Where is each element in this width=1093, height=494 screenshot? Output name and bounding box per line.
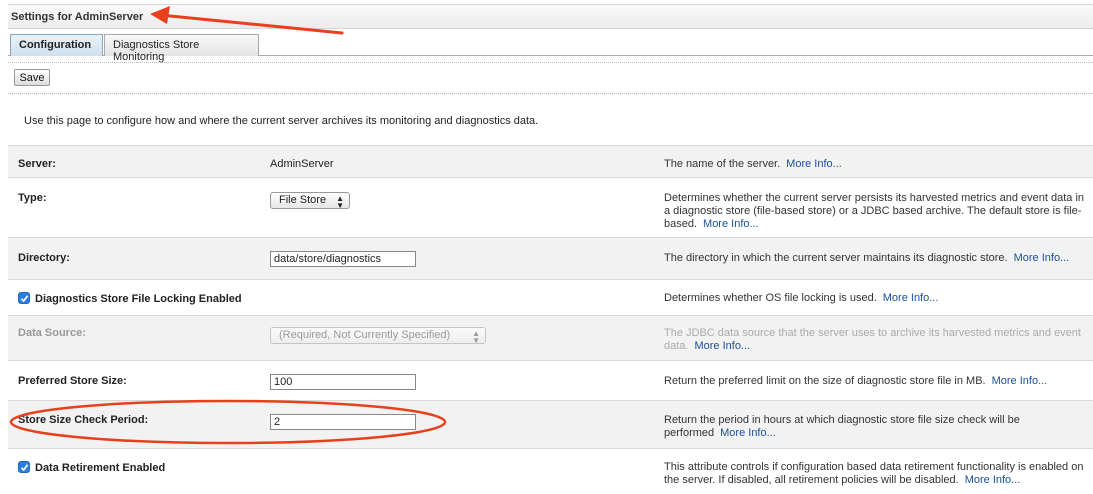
more-info-link[interactable]: More Info... [883, 292, 939, 304]
field-row-preferred-size: Preferred Store Size: Return the preferr… [8, 360, 1093, 400]
select-value: (Required, Not Currently Specified) [279, 329, 451, 341]
field-row-file-locking: Diagnostics Store File Locking Enabled D… [8, 279, 1093, 315]
field-row-data-retirement: Data Retirement Enabled This attribute c… [8, 448, 1093, 494]
field-label: Store Size Check Period: [18, 414, 149, 426]
select-arrows-icon: ▲ ▼ [336, 194, 344, 210]
field-row-type: Type: File Store ▲ ▼ Determines whether t… [8, 177, 1093, 237]
check-period-input[interactable] [270, 414, 416, 430]
more-info-link[interactable]: More Info... [694, 340, 750, 352]
more-info-link[interactable]: More Info... [992, 375, 1048, 387]
directory-input[interactable] [270, 251, 416, 267]
save-button[interactable]: Save [14, 69, 50, 86]
field-description: Determines whether the current server pe… [664, 192, 1089, 231]
tab-diagnostics-store-monitoring[interactable]: Diagnostics Store Monitoring [104, 34, 259, 63]
more-info-link[interactable]: More Info... [965, 474, 1021, 486]
check-icon [20, 295, 29, 303]
more-info-link[interactable]: More Info... [1014, 252, 1070, 264]
more-info-link[interactable]: More Info... [786, 158, 842, 170]
field-row-server: Server: AdminServer The name of the serv… [8, 145, 1093, 177]
more-info-link[interactable]: More Info... [703, 218, 759, 230]
field-label: Server: [18, 158, 56, 170]
settings-page: Settings for AdminServer Configuration D… [0, 0, 1093, 494]
field-description: Return the preferred limit on the size o… [664, 375, 1089, 388]
field-label: Directory: [18, 252, 70, 264]
field-description: This attribute controls if configuration… [664, 461, 1089, 487]
tab-bar: Configuration Diagnostics Store Monitori… [8, 33, 1093, 63]
description-text: Return the preferred limit on the size o… [664, 375, 986, 387]
server-value: AdminServer [270, 158, 334, 170]
select-arrows-icon: ▲ ▼ [472, 329, 480, 345]
field-label: Type: [18, 192, 47, 204]
divider [8, 93, 1093, 94]
field-row-check-period: Store Size Check Period: Return the peri… [8, 400, 1093, 448]
divider [8, 62, 1093, 63]
field-description: The directory in which the current serve… [664, 252, 1089, 265]
field-description: The JDBC data source that the server use… [664, 327, 1089, 353]
description-text: Return the period in hours at which diag… [664, 414, 1020, 439]
file-locking-checkbox[interactable] [18, 292, 30, 304]
checkbox-label: Diagnostics Store File Locking Enabled [35, 293, 242, 305]
data-retirement-checkbox[interactable] [18, 461, 30, 473]
field-description: Determines whether OS file locking is us… [664, 292, 1089, 305]
field-label: Data Source: [18, 327, 86, 339]
description-text: This attribute controls if configuration… [664, 461, 1084, 486]
more-info-link[interactable]: More Info... [720, 427, 776, 439]
select-value: File Store [279, 194, 327, 206]
description-text: Determines whether OS file locking is us… [664, 292, 877, 304]
tab-configuration[interactable]: Configuration [10, 34, 103, 56]
description-text: The directory in which the current serve… [664, 252, 1008, 264]
field-row-data-source: Data Source: (Required, Not Currently Sp… [8, 315, 1093, 360]
preferred-size-input[interactable] [270, 374, 416, 390]
data-source-select[interactable]: (Required, Not Currently Specified) ▲ ▼ [270, 327, 486, 345]
type-select[interactable]: File Store ▲ ▼ [270, 192, 350, 210]
page-description: Use this page to configure how and where… [24, 115, 539, 127]
page-title: Settings for AdminServer [11, 11, 144, 23]
description-text: The name of the server. [664, 158, 781, 170]
check-icon [20, 464, 29, 472]
field-description: The name of the server. More Info... [664, 158, 1089, 171]
title-bar: Settings for AdminServer [8, 4, 1093, 29]
field-label: Preferred Store Size: [18, 375, 127, 387]
checkbox-label: Data Retirement Enabled [35, 462, 166, 474]
field-description: Return the period in hours at which diag… [664, 414, 1089, 440]
field-row-directory: Directory: The directory in which the cu… [8, 237, 1093, 279]
